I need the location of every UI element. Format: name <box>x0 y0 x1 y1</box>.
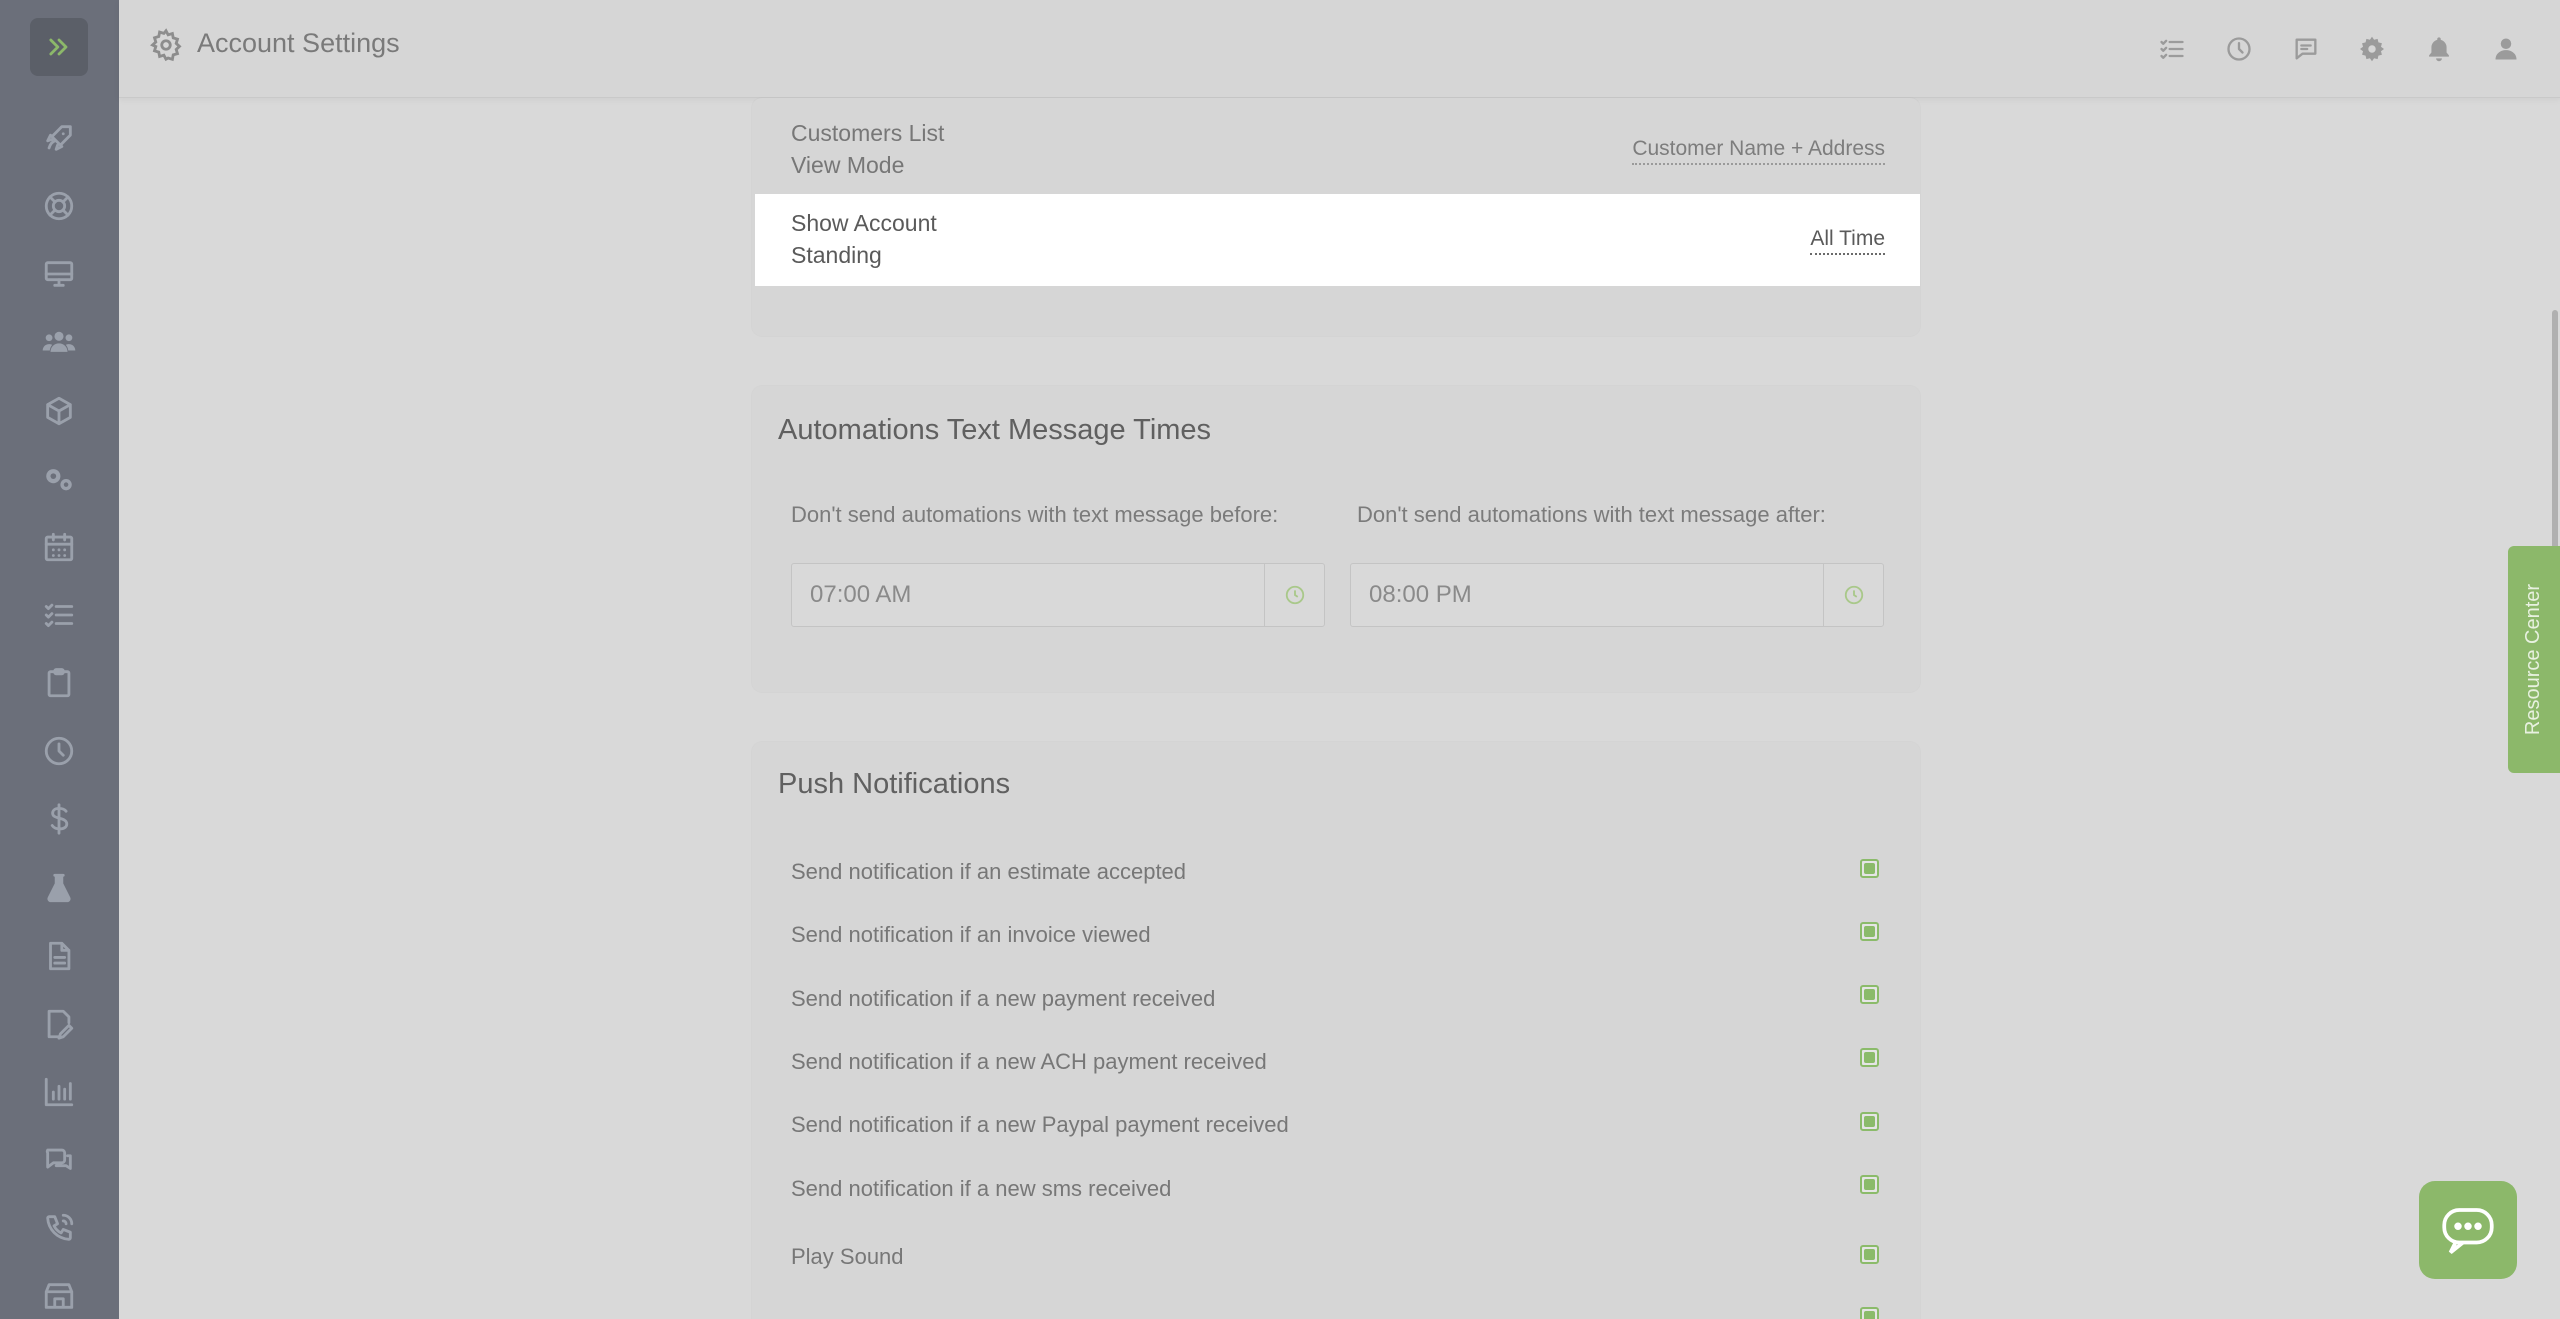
monitor-icon <box>44 261 74 287</box>
chat-bubble-icon <box>2442 1208 2494 1254</box>
account-standing-select[interactable]: All Time <box>1810 225 1885 255</box>
sidebar-item-lab[interactable] <box>40 869 78 907</box>
sidebar-item-calendar[interactable] <box>40 528 78 566</box>
chat-widget-button[interactable] <box>2419 1181 2517 1279</box>
notifications-button[interactable] <box>2422 32 2456 66</box>
checkbox-check-icon <box>1864 1249 1875 1260</box>
dollar-icon <box>50 803 69 835</box>
gear-icon <box>149 28 183 62</box>
before-time-value: 07:00 AM <box>810 581 912 608</box>
notif-ach-payment-checkbox[interactable] <box>1860 1048 1879 1067</box>
clock-icon <box>44 736 74 766</box>
user-icon <box>2495 38 2517 60</box>
notif-payment-received-label: Send notification if a new payment recei… <box>791 986 1216 1011</box>
sidebar-item-messages[interactable] <box>40 1141 78 1179</box>
notif-invoice-viewed-checkbox[interactable] <box>1860 922 1879 941</box>
checkbox-check-icon <box>1864 926 1875 937</box>
sidebar-item-jobs[interactable] <box>40 664 78 702</box>
automations-card: Automations Text Message Times <box>752 386 1920 692</box>
rocket-icon <box>46 125 72 151</box>
customers-list-label: Customers List View Mode <box>791 120 945 178</box>
before-time-input[interactable]: 07:00 AM <box>791 563 1325 627</box>
before-time-label: Don't send automations with text message… <box>791 502 1279 527</box>
notif-paypal-payment-label: Send notification if a new Paypal paymen… <box>791 1112 1289 1137</box>
sidebar-toggle-button[interactable] <box>30 18 88 76</box>
notif-estimate-accepted-label: Send notification if an estimate accepte… <box>791 859 1187 884</box>
play-sound-checkbox[interactable] <box>1860 1245 1879 1264</box>
sidebar-item-reports[interactable] <box>40 1073 78 1111</box>
lifebuoy-icon <box>44 191 74 221</box>
page-title: Account Settings <box>197 28 400 58</box>
notif-ach-payment-label: Send notification if a new ACH payment r… <box>791 1049 1267 1074</box>
sidebar-item-dispatch[interactable] <box>40 255 78 293</box>
play-sound-label: Play Sound <box>791 1244 904 1269</box>
calendar-icon <box>44 532 74 562</box>
customers-list-view-mode-select[interactable]: Customer Name + Address <box>1632 135 1885 165</box>
notif-paypal-payment-checkbox[interactable] <box>1860 1112 1879 1131</box>
sidebar <box>0 0 119 1319</box>
clock-icon <box>1844 585 1863 605</box>
sidebar-item-store[interactable] <box>40 1277 78 1315</box>
bell-icon <box>2429 37 2449 62</box>
sidebar-item-inventory[interactable] <box>40 392 78 430</box>
sidebar-item-support[interactable] <box>40 187 78 225</box>
sidebar-item-contracts[interactable] <box>40 1005 78 1043</box>
push-notifications-card: Push Notifications <box>752 742 1920 1319</box>
checkbox-check-icon <box>1864 1179 1875 1190</box>
checkbox-check-icon <box>1864 989 1875 1000</box>
notif-sms-received-checkbox[interactable] <box>1860 1175 1879 1194</box>
tasks-button[interactable] <box>2155 32 2189 66</box>
sidebar-item-timesheets[interactable] <box>40 732 78 770</box>
clipboard-icon <box>47 668 71 698</box>
clock-icon <box>1285 585 1304 605</box>
history-button[interactable] <box>2222 32 2256 66</box>
tasks-icon <box>2160 39 2184 59</box>
phone-icon <box>46 1213 74 1241</box>
checkbox-check-icon <box>1864 1052 1875 1063</box>
sidebar-item-payments[interactable] <box>40 800 78 838</box>
sidebar-item-customers[interactable] <box>40 323 78 361</box>
chat-icon <box>45 1148 72 1170</box>
after-time-label: Don't send automations with text message… <box>1357 502 1826 527</box>
store-icon <box>44 1283 74 1309</box>
profile-button[interactable] <box>2489 32 2523 66</box>
after-time-picker-button[interactable] <box>1823 564 1883 626</box>
notif-payment-received-checkbox[interactable] <box>1860 985 1879 1004</box>
automations-title: Automations Text Message Times <box>778 414 1212 446</box>
after-time-value: 08:00 PM <box>1369 581 1472 608</box>
settings-icon <box>2359 36 2385 62</box>
document-icon <box>49 941 71 971</box>
clock-icon <box>2227 37 2251 61</box>
signature-icon <box>47 1009 74 1040</box>
messages-button[interactable] <box>2289 32 2323 66</box>
notif-estimate-accepted-checkbox[interactable] <box>1860 859 1879 878</box>
checkbox-check-icon <box>1864 1116 1875 1127</box>
settings-button[interactable] <box>2355 32 2389 66</box>
notif-sms-received-label: Send notification if a new sms received <box>791 1176 1172 1201</box>
account-standing-label: Show Account Standing <box>791 210 937 268</box>
flask-icon <box>47 873 71 903</box>
chart-icon <box>44 1077 74 1107</box>
resource-center-label: Resource Center <box>2522 583 2545 736</box>
sidebar-item-documents[interactable] <box>40 937 78 975</box>
notif-invoice-viewed-label: Send notification if an invoice viewed <box>791 922 1151 947</box>
double-chevron-right-icon <box>49 38 68 56</box>
sidebar-item-calls[interactable] <box>40 1209 78 1247</box>
users-icon <box>42 331 76 352</box>
box-icon <box>46 396 72 426</box>
sidebar-item-tasks[interactable] <box>40 596 78 634</box>
before-time-picker-button[interactable] <box>1264 564 1324 626</box>
after-time-input[interactable]: 08:00 PM <box>1350 563 1884 627</box>
message-icon <box>2295 38 2317 60</box>
checklist-icon <box>44 603 74 628</box>
sidebar-item-dashboard[interactable] <box>40 119 78 157</box>
gears-icon <box>46 469 72 491</box>
sidebar-item-services[interactable] <box>40 460 78 498</box>
checkbox-check-icon <box>1864 863 1875 874</box>
push-notifications-title: Push Notifications <box>778 768 1011 800</box>
resource-center-tab[interactable]: Resource Center <box>2508 546 2560 773</box>
notif-more-checkbox[interactable] <box>1860 1307 1879 1319</box>
top-bar: Account Settings <box>119 0 2560 98</box>
checkbox-check-icon <box>1864 1311 1875 1319</box>
